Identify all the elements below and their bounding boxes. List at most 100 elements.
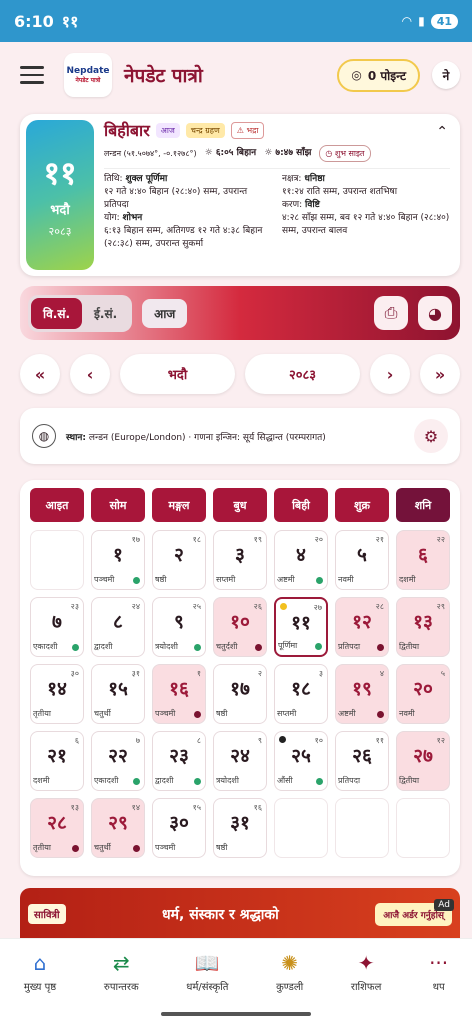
nav-label: राशिफल bbox=[350, 981, 382, 993]
points-button[interactable]: ◎ 0 पोइन्ट bbox=[337, 58, 420, 92]
prev-year-icon[interactable]: « bbox=[20, 354, 60, 394]
tithi-label: तृतीया bbox=[33, 843, 51, 852]
day-cell[interactable]: २७ १२ द्वितीया bbox=[396, 731, 450, 791]
day-cell[interactable]: २० ५ नवमी bbox=[396, 664, 450, 724]
ad-date: १९ bbox=[253, 535, 262, 544]
month-calendar: आइत सोम मङ्गल बुध बिही शुक्र शनि १ १७ पञ्चमी २ १८ ष… bbox=[20, 480, 460, 876]
day-detail-card: ११ भदौ २०८३ बिहीबार आज चन्द्र ग्रहण ⚠ भद… bbox=[20, 114, 460, 276]
tithi-label: षष्ठी bbox=[216, 843, 228, 852]
ad-date: २० bbox=[314, 535, 323, 544]
ad-date: ७ bbox=[135, 736, 140, 745]
nav-item[interactable]: ⇄ रुपान्तरक bbox=[104, 951, 139, 993]
ad-date: ११ bbox=[375, 736, 384, 745]
event-dot bbox=[315, 643, 322, 650]
print-icon[interactable]: ⎙ bbox=[374, 296, 408, 330]
day-cell[interactable]: १२ २८ प्रतिपदा bbox=[335, 597, 389, 657]
tithi-label: पूर्णिमा bbox=[278, 641, 298, 650]
tithi-label: पञ्चमी bbox=[155, 843, 176, 852]
year-picker[interactable]: २०८३ bbox=[245, 354, 360, 394]
nav-item[interactable]: ··· थप bbox=[429, 951, 448, 993]
weekday-header: शुक्र bbox=[335, 488, 389, 522]
day-cell[interactable]: ३० १५ पञ्चमी bbox=[152, 798, 206, 858]
home-indicator[interactable] bbox=[0, 1004, 472, 1024]
ad-text: धर्म, संस्कार र श्रद्धाको bbox=[162, 906, 279, 923]
day-cell[interactable]: ६ २२ दशमी bbox=[396, 530, 450, 590]
nav-item[interactable]: ⌂ मुख्य पृष्ठ bbox=[24, 951, 56, 993]
tithi-label: द्वितीया bbox=[399, 776, 420, 785]
nav-item[interactable]: ✦ राशिफल bbox=[351, 951, 382, 993]
day-cell[interactable]: ४ २० अष्टमी bbox=[274, 530, 328, 590]
ad-date: ५ bbox=[440, 669, 445, 678]
weekday-header: बिही bbox=[274, 488, 328, 522]
day-cell[interactable]: २२ ७ एकादशी bbox=[91, 731, 145, 791]
day-cell[interactable]: १३ २९ द्वितीया bbox=[396, 597, 450, 657]
ad-banner[interactable]: सावित्री धर्म, संस्कार र श्रद्धाको आजै अ… bbox=[20, 888, 460, 940]
next-year-icon[interactable]: » bbox=[420, 354, 460, 394]
bs-toggle[interactable]: वि.सं. bbox=[31, 297, 83, 329]
ad-date: १४ bbox=[131, 803, 140, 812]
day-cell[interactable]: ५ २१ नवमी bbox=[335, 530, 389, 590]
next-month-icon[interactable]: › bbox=[370, 354, 410, 394]
nav-label: मुख्य पृष्ठ bbox=[23, 981, 57, 993]
day-cell[interactable]: ९ २५ त्रयोदशी bbox=[152, 597, 206, 657]
empty-cell bbox=[274, 798, 328, 858]
month-picker[interactable]: भदौ bbox=[120, 354, 235, 394]
ad-date: ८ bbox=[196, 736, 201, 745]
nav-label: थप bbox=[432, 981, 445, 993]
nav-label: कुण्डली bbox=[276, 981, 304, 993]
bottom-nav: ⌂ मुख्य पृष्ठ ⇄ रुपान्तरक 📖 धर्म/संस्कृति ✺ कुण… bbox=[0, 938, 472, 1004]
today-button[interactable]: आज bbox=[142, 298, 188, 328]
day-cell[interactable]: २८ १३ तृतीया bbox=[30, 798, 84, 858]
prev-month-icon[interactable]: ‹ bbox=[70, 354, 110, 394]
tithi-label: नवमी bbox=[399, 709, 415, 718]
ad-toggle[interactable]: ई.सं. bbox=[82, 298, 129, 329]
ad-date: १० bbox=[314, 736, 323, 745]
tithi-label: दशमी bbox=[33, 776, 50, 785]
day-cell[interactable]: १८ ३ सप्तमी bbox=[274, 664, 328, 724]
day-cell[interactable]: १ १७ पञ्चमी bbox=[91, 530, 145, 590]
day-cell[interactable]: २१ ६ दशमी bbox=[30, 731, 84, 791]
ad-logo: सावित्री bbox=[28, 904, 66, 924]
day-cell[interactable]: ३१ १६ षष्ठी bbox=[213, 798, 267, 858]
bhadra-tag: ⚠ भद्रा bbox=[230, 122, 265, 139]
avatar[interactable]: ने bbox=[432, 61, 460, 89]
day-cell[interactable]: १७ २ षष्ठी bbox=[213, 664, 267, 724]
event-dot bbox=[316, 778, 323, 785]
shubh-sait-button[interactable]: ◷ शुभ साइत bbox=[319, 145, 371, 162]
gear-icon[interactable]: ⚙ bbox=[414, 419, 448, 453]
palette-icon[interactable]: ◕ bbox=[418, 296, 452, 330]
day-cell[interactable]: २४ ९ त्रयोदशी bbox=[213, 731, 267, 791]
day-cell[interactable]: ३ १९ सप्तमी bbox=[213, 530, 267, 590]
day-cell[interactable]: १६ १ पञ्चमी bbox=[152, 664, 206, 724]
battery-icon: 41 bbox=[430, 13, 458, 29]
day-cell[interactable]: ११ २७ पूर्णिमा bbox=[274, 597, 328, 657]
ad-date: २ bbox=[257, 669, 262, 678]
weekday-header: शनि bbox=[396, 488, 450, 522]
event-dot bbox=[72, 644, 79, 651]
day-cell[interactable]: २ १८ षष्ठी bbox=[152, 530, 206, 590]
nav-item[interactable]: 📖 धर्म/संस्कृति bbox=[186, 951, 228, 993]
day-cell[interactable]: १९ ४ अष्टमी bbox=[335, 664, 389, 724]
day-cell[interactable]: ७ २३ एकादशी bbox=[30, 597, 84, 657]
day-cell[interactable]: १० २६ चतुर्दशी bbox=[213, 597, 267, 657]
tithi-label: सप्तमी bbox=[277, 709, 297, 718]
tithi-label: षष्ठी bbox=[155, 575, 167, 584]
collapse-icon[interactable]: ⌃ bbox=[436, 125, 448, 139]
ad-date: २८ bbox=[375, 602, 384, 611]
status-extra: ११ bbox=[61, 12, 79, 31]
event-dot bbox=[377, 711, 384, 718]
day-cell[interactable]: ८ २४ द्वादशी bbox=[91, 597, 145, 657]
tithi-label: एकादशी bbox=[94, 776, 119, 785]
day-cell[interactable]: १४ ३० तृतीया bbox=[30, 664, 84, 724]
event-dot bbox=[72, 845, 79, 852]
ad-date: १३ bbox=[70, 803, 79, 812]
tithi-label: औंसी bbox=[277, 776, 293, 785]
sunset: ☼ ७:४७ साँझ bbox=[264, 148, 312, 158]
day-cell[interactable]: २९ १४ चतुर्थी bbox=[91, 798, 145, 858]
day-cell[interactable]: २५ १० औंसी bbox=[274, 731, 328, 791]
day-cell[interactable]: २६ ११ प्रतिपदा bbox=[335, 731, 389, 791]
day-cell[interactable]: १५ ३१ चतुर्थी bbox=[91, 664, 145, 724]
menu-icon[interactable] bbox=[20, 66, 44, 84]
day-cell[interactable]: २३ ८ द्वादशी bbox=[152, 731, 206, 791]
nav-item[interactable]: ✺ कुण्डली bbox=[276, 951, 303, 993]
